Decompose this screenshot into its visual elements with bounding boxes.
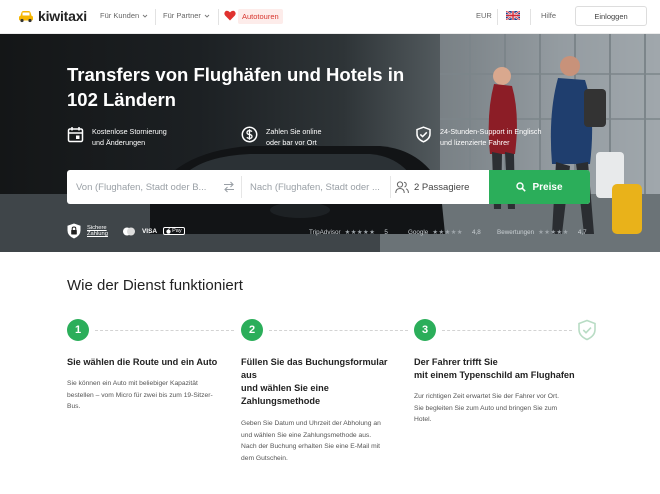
- field-divider: [390, 176, 391, 198]
- nav-label: Für Kunden: [100, 11, 140, 20]
- step-title-line: mit einem Typenschild am Flughafen: [414, 370, 575, 380]
- rating-score: 4,7: [577, 229, 587, 236]
- top-navigation-bar: kiwitaxi Für Kunden Für Partner Autotour…: [0, 0, 660, 34]
- step-title-line: Der Fahrer trifft Sie: [414, 357, 498, 367]
- how-it-works-title: Wie der Dienst funktioniert: [67, 277, 243, 294]
- feature-line: Kostenlose Stornierung: [92, 127, 167, 136]
- chevron-down-icon: [142, 14, 148, 18]
- field-divider: [241, 176, 242, 198]
- feature-line: und lizenzierte Fahrer: [440, 138, 510, 147]
- nav-divider: [530, 9, 531, 25]
- step-connector: [95, 330, 234, 331]
- feature-pay-online: Zahlen Sie online oder bar vor Ort: [241, 126, 322, 148]
- step-description: Zur richtigen Zeit erwartet Sie der Fahr…: [414, 391, 594, 426]
- feature-support: 24-Stunden-Support in Englisch und lizen…: [415, 126, 542, 148]
- rating-score: 5: [384, 229, 388, 236]
- shield-check-icon: [578, 319, 596, 341]
- rating-google[interactable]: Google ★★★★★ 4,8: [408, 229, 481, 236]
- autotouren-link[interactable]: Autotouren: [238, 9, 283, 24]
- apple-pay-label: Pay: [172, 228, 182, 234]
- kiwitaxi-logo[interactable]: kiwitaxi: [18, 8, 87, 24]
- step-number-badge: 3: [414, 319, 436, 341]
- to-input[interactable]: Nach (Flughafen, Stadt oder ...: [250, 170, 390, 204]
- rating-stars: ★★★★★: [432, 229, 464, 236]
- step-desc-line: Nach der Buchung erhalten Sie eine E-Mai…: [241, 443, 381, 450]
- visa-logo: VISA: [141, 227, 158, 235]
- shield-lock-icon: [67, 223, 81, 239]
- transfer-search-form: Von (Flughafen, Stadt oder B... Nach (Fl…: [67, 170, 590, 204]
- feature-line: 24-Stunden-Support in Englisch: [440, 127, 542, 136]
- step-desc-line: dem Gutschein.: [241, 454, 288, 462]
- passengers-value: 2 Passagiere: [414, 181, 470, 193]
- heart-icon: [224, 10, 236, 21]
- apple-pay-icon: Pay: [163, 227, 185, 235]
- step-title: Der Fahrer trifft Sie mit einem Typensch…: [414, 356, 614, 382]
- step-title: Füllen Sie das Buchungsformular aus und …: [241, 356, 411, 408]
- step-desc-line: Sie begleiten Sie zum Auto und bringen S…: [414, 404, 558, 412]
- rating-score: 4,8: [472, 229, 481, 236]
- search-icon: [516, 182, 527, 192]
- apple-logo-icon: [166, 228, 171, 234]
- step-desc-line: Bus.: [67, 403, 81, 410]
- step-desc-line: Zur richtigen Zeit erwartet Sie der Fahr…: [414, 393, 559, 400]
- step-desc-line: und wählen Sie eine Zahlungsmethode aus.: [241, 431, 372, 439]
- users-icon: [395, 180, 409, 193]
- step-title-line: Füllen Sie das Buchungsformular: [241, 357, 388, 367]
- step-connector: [269, 330, 408, 331]
- chevron-down-icon: [204, 14, 210, 18]
- shield-check-icon: [416, 126, 431, 143]
- calendar-icon: [67, 127, 84, 143]
- step-title-line: und wählen Sie eine: [241, 383, 329, 393]
- step-description: Sie können ein Auto mit beliebiger Kapaz…: [67, 378, 232, 413]
- passengers-selector[interactable]: 2 Passagiere: [395, 170, 469, 204]
- step-description: Geben Sie Datum und Uhrzeit der Abholung…: [241, 418, 411, 464]
- rating-source: Google: [408, 229, 429, 236]
- feature-line: und Änderungen: [92, 138, 146, 147]
- rating-reviews[interactable]: Bewertungen ★★★★★ 4,7: [497, 229, 587, 236]
- nav-for-partners[interactable]: Für Partner: [163, 11, 210, 20]
- feature-free-cancellation: Kostenlose Stornierung und Änderungen: [67, 126, 167, 148]
- step-desc-line: Hotel.: [414, 416, 432, 423]
- hero-title: Transfers von Flughäfen und Hotels in 10…: [67, 64, 405, 110]
- nav-divider: [155, 9, 156, 25]
- step-desc-line: Geben Sie Datum und Uhrzeit der Abholung…: [241, 420, 381, 427]
- login-button[interactable]: Einloggen: [575, 6, 647, 26]
- rating-source: TripAdvisor: [309, 229, 341, 236]
- step-desc-line: Sie können ein Auto mit beliebiger Kapaz…: [67, 380, 198, 387]
- from-input[interactable]: Von (Flughafen, Stadt oder B...: [76, 170, 216, 204]
- rating-tripadvisor[interactable]: TripAdvisor ★★★★★ 5: [309, 229, 388, 236]
- nav-for-customers[interactable]: Für Kunden: [100, 11, 148, 20]
- step-title-line: aus: [241, 370, 257, 380]
- dollar-icon: [241, 126, 258, 143]
- feature-line: Zahlen Sie online: [266, 127, 322, 136]
- search-prices-button[interactable]: Preise: [489, 170, 590, 204]
- logo-text: kiwitaxi: [38, 8, 87, 24]
- mastercard-icon: [122, 227, 135, 235]
- currency-selector[interactable]: EUR: [476, 11, 492, 20]
- taxi-car-icon: [19, 11, 33, 23]
- help-link[interactable]: Hilfe: [541, 11, 556, 20]
- feature-line: oder bar vor Ort: [266, 138, 317, 147]
- rating-stars: ★★★★★: [344, 229, 376, 236]
- step-title: Sie wählen die Route und ein Auto: [67, 356, 237, 369]
- hero-section: Transfers von Flughäfen und Hotels in 10…: [0, 34, 660, 252]
- step-title-line: Sie wählen die Route und ein Auto: [67, 357, 218, 367]
- secure-payment-badge: Sichere Zahlung VISA Pay: [67, 223, 185, 239]
- step-connector: [442, 330, 572, 331]
- rating-stars: ★★★★★: [538, 229, 569, 236]
- step-number-badge: 1: [67, 319, 89, 341]
- step-title-line: Zahlungsmethode: [241, 396, 321, 406]
- secure-line: Zahlung: [87, 231, 108, 237]
- search-button-label: Preise: [532, 181, 563, 193]
- uk-flag-icon[interactable]: [506, 11, 520, 20]
- nav-divider: [218, 9, 219, 25]
- rating-source: Bewertungen: [497, 229, 535, 236]
- nav-divider: [497, 9, 498, 25]
- nav-label: Für Partner: [163, 11, 201, 20]
- swap-arrows-icon[interactable]: [222, 180, 236, 194]
- step-number-badge: 2: [241, 319, 263, 341]
- step-desc-line: bestellen – vom Micro für zwei bis zum 1…: [67, 391, 213, 399]
